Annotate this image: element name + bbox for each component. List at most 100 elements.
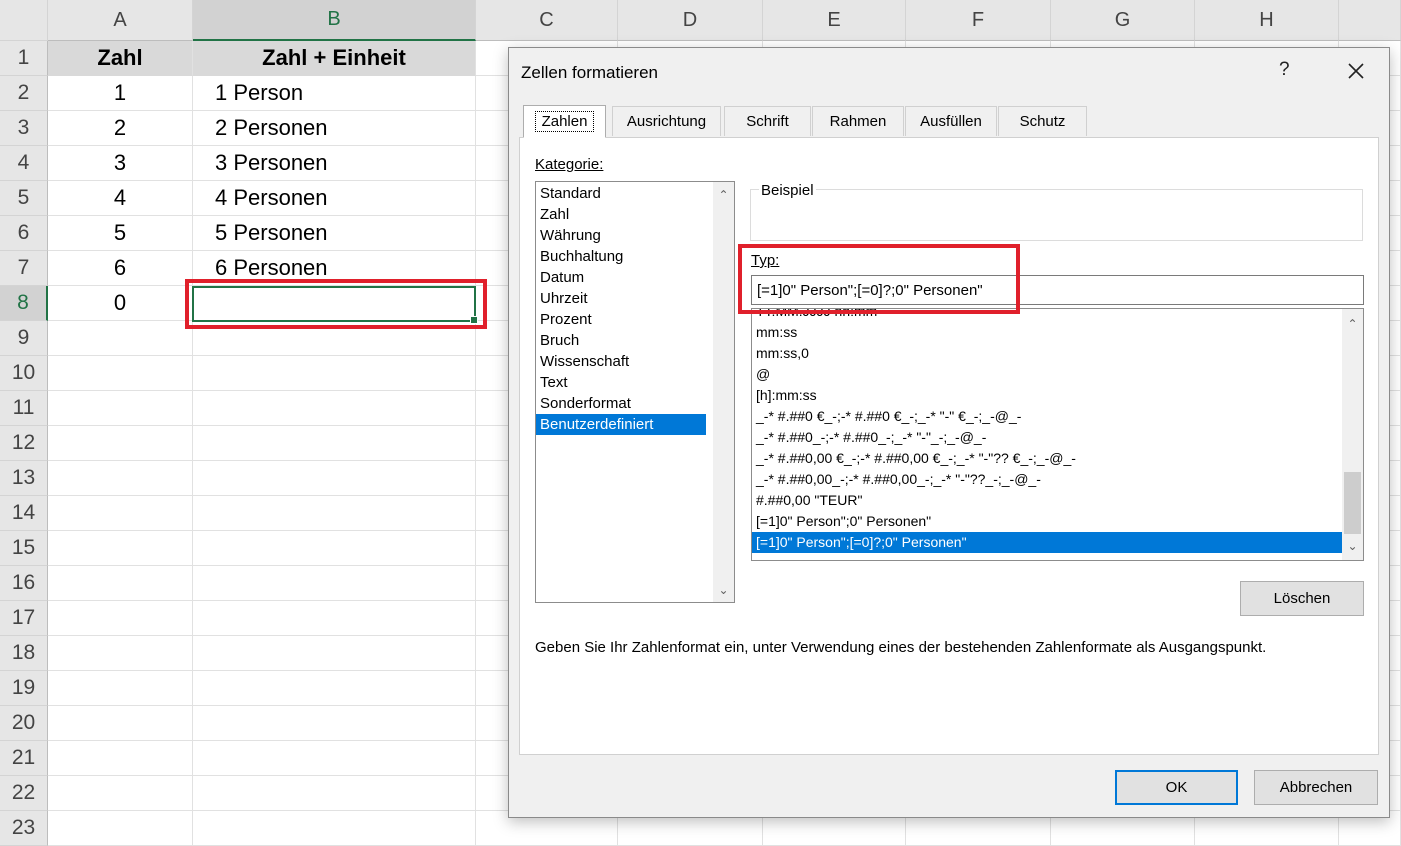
tab-ausrichtung[interactable]: Ausrichtung xyxy=(612,106,721,136)
column-header-e[interactable]: E xyxy=(763,0,906,41)
cell[interactable] xyxy=(48,321,193,356)
format-item[interactable]: @ xyxy=(752,364,1342,385)
column-header-b[interactable]: B xyxy=(193,0,476,41)
format-item[interactable]: mm:ss xyxy=(752,322,1342,343)
header-cell-zahl-einheit[interactable]: Zahl + Einheit xyxy=(193,41,476,76)
cell[interactable] xyxy=(193,391,476,426)
scroll-down-icon[interactable]: ⌄ xyxy=(1342,535,1363,556)
format-item[interactable]: _-* #.##0_-;-* #.##0_-;_-* "-"_-;_-@_- xyxy=(752,427,1342,448)
data-cell[interactable]: 1 xyxy=(48,76,193,111)
row-header-6[interactable]: 6 xyxy=(0,216,48,251)
column-header-next[interactable] xyxy=(1339,0,1401,41)
cell[interactable] xyxy=(48,601,193,636)
cell[interactable] xyxy=(193,321,476,356)
scroll-up-icon[interactable]: ⌃ xyxy=(713,184,734,205)
cell[interactable] xyxy=(193,741,476,776)
cell[interactable] xyxy=(193,671,476,706)
tab-ausfuellen[interactable]: Ausfüllen xyxy=(905,106,997,136)
category-item[interactable]: Währung xyxy=(536,225,706,246)
cell[interactable] xyxy=(48,496,193,531)
row-header-8[interactable]: 8 xyxy=(0,286,48,321)
cell[interactable] xyxy=(193,531,476,566)
data-cell[interactable]: 5 Personen xyxy=(193,216,476,251)
category-item[interactable]: Wissenschaft xyxy=(536,351,706,372)
scroll-up-icon[interactable]: ⌃ xyxy=(1342,313,1363,334)
row-header-13[interactable]: 13 xyxy=(0,461,48,496)
row-header-21[interactable]: 21 xyxy=(0,741,48,776)
cell[interactable] xyxy=(193,496,476,531)
category-item[interactable]: Datum xyxy=(536,267,706,288)
scroll-thumb[interactable] xyxy=(1344,472,1361,534)
cell[interactable] xyxy=(193,566,476,601)
format-item[interactable]: _-* #.##0,00 €_-;-* #.##0,00 €_-;_-* "-"… xyxy=(752,448,1342,469)
row-header-15[interactable]: 15 xyxy=(0,531,48,566)
format-item[interactable]: [=1]0" Person";0" Personen" xyxy=(752,511,1342,532)
help-button[interactable]: ? xyxy=(1279,59,1290,81)
column-header-a[interactable]: A xyxy=(48,0,193,41)
row-header-12[interactable]: 12 xyxy=(0,426,48,461)
close-button[interactable] xyxy=(1341,56,1371,86)
category-item[interactable]: Prozent xyxy=(536,309,706,330)
cell[interactable] xyxy=(48,461,193,496)
ok-button[interactable]: OK xyxy=(1115,770,1238,805)
row-header-4[interactable]: 4 xyxy=(0,146,48,181)
category-item[interactable]: Bruch xyxy=(536,330,706,351)
type-input[interactable]: [=1]0" Person";[=0]?;0" Personen" xyxy=(751,275,1364,305)
format-item[interactable]: _-* #.##0,00_-;-* #.##0,00_-;_-* "-"??_-… xyxy=(752,469,1342,490)
row-header-17[interactable]: 17 xyxy=(0,601,48,636)
tab-rahmen[interactable]: Rahmen xyxy=(812,106,904,136)
cell[interactable] xyxy=(48,811,193,846)
cell[interactable] xyxy=(193,426,476,461)
category-item[interactable]: Zahl xyxy=(536,204,706,225)
delete-button[interactable]: Löschen xyxy=(1240,581,1364,616)
row-header-14[interactable]: 14 xyxy=(0,496,48,531)
data-cell[interactable]: 5 xyxy=(48,216,193,251)
cell[interactable] xyxy=(193,706,476,741)
row-header-16[interactable]: 16 xyxy=(0,566,48,601)
row-header-2[interactable]: 2 xyxy=(0,76,48,111)
row-header-19[interactable]: 19 xyxy=(0,671,48,706)
cell[interactable] xyxy=(48,391,193,426)
category-item[interactable]: Text xyxy=(536,372,706,393)
cell[interactable] xyxy=(193,636,476,671)
row-header-7[interactable]: 7 xyxy=(0,251,48,286)
row-header-5[interactable]: 5 xyxy=(0,181,48,216)
column-header-f[interactable]: F xyxy=(906,0,1051,41)
format-item[interactable]: [h]:mm:ss xyxy=(752,385,1342,406)
cell[interactable] xyxy=(48,636,193,671)
cancel-button[interactable]: Abbrechen xyxy=(1254,770,1378,805)
header-cell-zahl[interactable]: Zahl xyxy=(48,41,193,76)
category-list[interactable]: Standard Zahl Währung Buchhaltung Datum Uhrze… xyxy=(535,181,735,603)
cell[interactable] xyxy=(48,356,193,391)
cell[interactable] xyxy=(48,566,193,601)
row-header-3[interactable]: 3 xyxy=(0,111,48,146)
row-header-22[interactable]: 22 xyxy=(0,776,48,811)
row-header-9[interactable]: 9 xyxy=(0,321,48,356)
format-list[interactable]: TT.MM.JJJJ hh:mm mm:ss mm:ss,0 @ [h]:mm:ss _-… xyxy=(751,308,1364,561)
data-cell[interactable]: 6 Personen xyxy=(193,251,476,286)
data-cell[interactable]: 4 Personen xyxy=(193,181,476,216)
data-cell[interactable]: 4 xyxy=(48,181,193,216)
data-cell[interactable]: 3 Personen xyxy=(193,146,476,181)
data-cell[interactable]: 6 xyxy=(48,251,193,286)
cell[interactable] xyxy=(193,601,476,636)
row-header-1[interactable]: 1 xyxy=(0,41,48,76)
category-item[interactable]: Standard xyxy=(536,183,706,204)
scroll-down-icon[interactable]: ⌄ xyxy=(713,579,734,600)
tab-schutz[interactable]: Schutz xyxy=(998,106,1087,136)
cell[interactable] xyxy=(48,741,193,776)
data-cell[interactable]: 2 xyxy=(48,111,193,146)
cell[interactable] xyxy=(48,426,193,461)
category-scrollbar[interactable]: ⌃ ⌄ xyxy=(713,182,734,602)
data-cell[interactable]: 1 Person xyxy=(193,76,476,111)
cell[interactable] xyxy=(193,776,476,811)
format-item[interactable]: [=1]0" Person";[=0]?;0" Personen" xyxy=(752,532,1342,553)
cell[interactable] xyxy=(48,706,193,741)
row-header-10[interactable]: 10 xyxy=(0,356,48,391)
row-header-11[interactable]: 11 xyxy=(0,391,48,426)
column-header-h[interactable]: H xyxy=(1195,0,1339,41)
cell[interactable] xyxy=(48,776,193,811)
fill-handle[interactable] xyxy=(470,316,478,324)
tab-zahlen[interactable]: Zahlen xyxy=(523,105,606,138)
cell[interactable] xyxy=(193,356,476,391)
